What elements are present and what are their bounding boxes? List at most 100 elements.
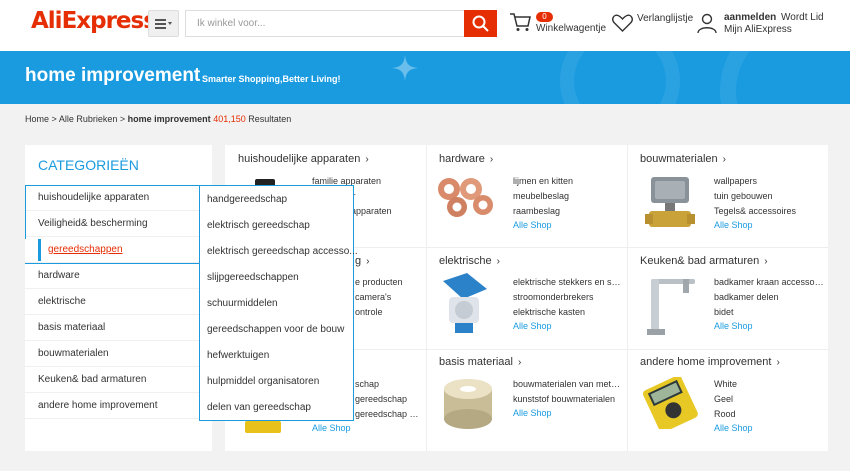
- flyout-item-schuurmiddelen[interactable]: schuurmiddelen: [207, 298, 278, 309]
- chevron-right-icon: ›: [366, 256, 370, 267]
- subcategory-link[interactable]: Tegels& accessoires: [714, 206, 796, 216]
- see-all-link[interactable]: Alle Shop: [714, 321, 753, 331]
- flyout-item-hefwerktuigen[interactable]: hefwerktuigen: [207, 350, 269, 361]
- subcategory-link[interactable]: Rood: [714, 409, 736, 419]
- user-icon[interactable]: [697, 13, 717, 33]
- wishlist-link[interactable]: Verlanglijstje: [637, 13, 693, 24]
- cell-title-elektrische[interactable]: elektrische ›: [439, 255, 500, 267]
- breadcrumb-all-categories[interactable]: Alle Rubrieken: [59, 114, 118, 124]
- washers-image[interactable]: [435, 175, 501, 219]
- subcategory-flyout-menu: handgereedschap elektrisch gereedschap e…: [199, 185, 358, 421]
- breadcrumb-separator: >: [119, 114, 126, 124]
- category-menu-button[interactable]: [148, 10, 179, 37]
- subcategory-link[interactable]: tuin gebouwen: [714, 191, 773, 201]
- subcategory-link[interactable]: elektrische kasten: [513, 307, 585, 317]
- subcategory-link[interactable]: gereedschap: [355, 394, 423, 404]
- flyout-item-handgereedschap[interactable]: handgereedschap: [207, 194, 287, 205]
- see-all-link[interactable]: Alle Shop: [714, 220, 753, 230]
- result-count: 401,150: [213, 114, 246, 124]
- search-input[interactable]: [185, 10, 464, 37]
- aliexpress-logo[interactable]: AliExpress: [31, 8, 157, 34]
- sidebar-item-bouwmaterialen[interactable]: bouwmaterialen: [25, 341, 212, 367]
- plug-image[interactable]: [437, 273, 493, 335]
- subcategory-link[interactable]: White: [714, 379, 737, 389]
- sidebar-item-keuken-bad[interactable]: Keuken& bad armaturen: [25, 367, 212, 393]
- flyout-item-elektrisch-gereedschap[interactable]: elektrisch gereedschap: [207, 220, 310, 231]
- signin-link[interactable]: aanmelden: [724, 12, 776, 23]
- see-all-link[interactable]: Alle Shop: [513, 321, 552, 331]
- subcategory-link[interactable]: gereedschap ac...: [355, 409, 423, 419]
- subcategory-link[interactable]: ontrole: [355, 307, 423, 317]
- banner-title: home improvement: [25, 65, 201, 86]
- see-all-link[interactable]: Alle Shop: [312, 423, 351, 433]
- breadcrumb-separator: >: [51, 114, 57, 124]
- grid-divider: [426, 145, 427, 451]
- cell-title-bouwmaterialen[interactable]: bouwmaterialen ›: [640, 153, 726, 165]
- valve-image[interactable]: [645, 177, 695, 233]
- search-icon: [472, 15, 489, 32]
- subcategory-link[interactable]: kunststof bouwmaterialen: [513, 394, 615, 404]
- flyout-item-delen[interactable]: delen van gereedschap: [207, 402, 311, 413]
- breadcrumb: Home > Alle Rubrieken > home improvement…: [25, 114, 291, 124]
- sidebar-item-basis-materiaal[interactable]: basis materiaal: [25, 315, 212, 341]
- sidebar-item-hardware[interactable]: hardware: [25, 263, 212, 289]
- subcategory-link[interactable]: e producten: [355, 277, 423, 287]
- sidebar-title: CATEGORIEËN: [38, 157, 139, 173]
- subcategory-link[interactable]: wallpapers: [714, 176, 757, 186]
- flyout-item-slijpgereedschappen[interactable]: slijpgereedschappen: [207, 272, 299, 283]
- flyout-item-bouw-gereedschap[interactable]: gereedschappen voor de bouw: [207, 324, 344, 335]
- sidebar-item-veiligheid[interactable]: Veiligheid& bescherming: [25, 211, 212, 237]
- breadcrumb-current: home improvement: [127, 114, 211, 124]
- chevron-right-icon: ›: [517, 357, 522, 368]
- metal-cylinder-image[interactable]: [441, 375, 495, 433]
- sparkle-icon: [392, 55, 418, 81]
- subcategory-link[interactable]: bouwmaterialen van meta...: [513, 379, 623, 389]
- cell-title-hardware[interactable]: hardware ›: [439, 153, 493, 165]
- chevron-right-icon: ›: [489, 154, 494, 165]
- subcategory-link[interactable]: schap: [355, 379, 423, 389]
- chevron-right-icon: ›: [764, 256, 768, 267]
- banner-decoration: [560, 51, 680, 104]
- cell-title-keuken-bad[interactable]: Keuken& bad armaturen ›: [640, 255, 768, 267]
- sidebar-item-huishoudelijke-apparaten[interactable]: huishoudelijke apparaten: [25, 185, 212, 211]
- category-banner: home improvement Smarter Shopping,Better…: [0, 51, 850, 104]
- join-link[interactable]: Wordt Lid: [781, 12, 824, 23]
- chevron-right-icon: ›: [496, 256, 500, 267]
- sidebar-item-andere-home-improvement[interactable]: andere home improvement: [25, 393, 212, 419]
- grid-divider: [627, 145, 628, 451]
- breadcrumb-home[interactable]: Home: [25, 114, 49, 124]
- see-all-link[interactable]: Alle Shop: [513, 220, 552, 230]
- cell-title-basis-materiaal[interactable]: basis materiaal ›: [439, 356, 521, 368]
- search-button[interactable]: [464, 10, 497, 37]
- chevron-right-icon: ›: [776, 357, 780, 368]
- sidebar-item-elektrische[interactable]: elektrische: [25, 289, 212, 315]
- heart-icon[interactable]: [612, 14, 633, 32]
- faucet-image[interactable]: [645, 275, 697, 337]
- top-header: AliExpress 0 Winkelwagentje Verlanglijst…: [0, 0, 850, 51]
- cell-title-andere-home-improvement[interactable]: andere home improvement ›: [640, 356, 780, 368]
- subcategory-link[interactable]: raambeslag: [513, 206, 560, 216]
- chevron-right-icon: ›: [722, 154, 726, 165]
- subcategory-link[interactable]: lijmen en kitten: [513, 176, 573, 186]
- flyout-item-elektrisch-gereedschap-accessoires[interactable]: elektrisch gereedschap accesso...: [207, 246, 358, 257]
- subcategory-link[interactable]: camera's: [355, 292, 423, 302]
- sidebar-item-gereedschappen[interactable]: gereedschappen: [25, 237, 212, 263]
- category-sidebar: CATEGORIEËN huishoudelijke apparaten Vei…: [25, 145, 212, 451]
- subcategory-link[interactable]: stroomonderbrekers: [513, 292, 594, 302]
- subcategory-link[interactable]: meubelbeslag: [513, 191, 569, 201]
- cell-title-huishoudelijke-apparaten[interactable]: huishoudelijke apparaten ›: [238, 153, 369, 165]
- flyout-item-organisatoren[interactable]: hulpmiddel organisatoren: [207, 376, 319, 387]
- subcategory-link[interactable]: Geel: [714, 394, 733, 404]
- subcategory-link[interactable]: badkamer kraan accessoir...: [714, 277, 824, 287]
- subcategory-link[interactable]: badkamer delen: [714, 292, 779, 302]
- subcategory-link[interactable]: elektrische stekkers en sto...: [513, 277, 623, 287]
- cart-icon[interactable]: [509, 12, 531, 32]
- see-all-link[interactable]: Alle Shop: [513, 408, 552, 418]
- cart-link[interactable]: Winkelwagentje: [536, 23, 606, 34]
- see-all-link[interactable]: Alle Shop: [714, 423, 753, 433]
- multimeter-image[interactable]: [639, 377, 701, 429]
- banner-decoration: [720, 51, 850, 104]
- my-account-link[interactable]: Mijn AliExpress: [724, 24, 792, 35]
- cart-count-badge: 0: [536, 12, 553, 22]
- subcategory-link[interactable]: bidet: [714, 307, 734, 317]
